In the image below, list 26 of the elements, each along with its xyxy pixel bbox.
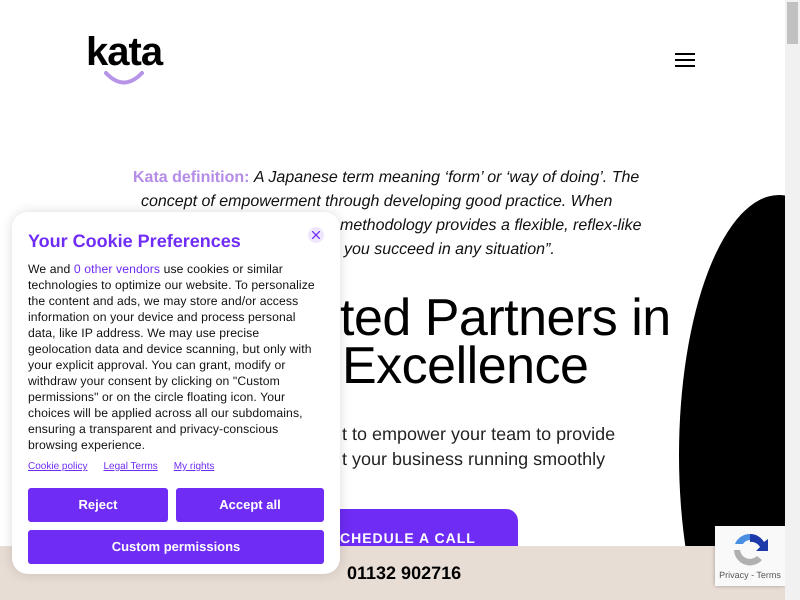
- scrollbar-thumb[interactable]: [787, 2, 798, 44]
- hero-heading: ted Partners in: [340, 294, 672, 342]
- phone-number[interactable]: 01132 902716: [347, 560, 462, 586]
- scrollbar[interactable]: [785, 0, 800, 600]
- definition-text: methodology provides a flexible, reflex-like: [340, 216, 642, 236]
- cookie-description: We and 0 other vendors use cookies or similar technologies to optimize our website. To personalize the content and ads, we may store and/or access information on your device and process personal data, like IP address. We may use precise geolocation data and device scanning, but only with your explicit approval. You can grant, modify or withdraw your consent by clicking on "Custom permissions" or on the circle floating icon. Your choices will be applied across all our subdomains, ensuring a transparent and privacy-conscious browsing experience.: [28, 261, 316, 453]
- smile-icon: [103, 70, 146, 86]
- definition-text: concept of empowerment through developing good practice. When: [141, 192, 614, 212]
- policy-link[interactable]: My rights: [174, 459, 214, 474]
- recaptcha-links[interactable]: Privacy - Terms: [719, 569, 781, 582]
- consent-button[interactable]: Custom permissions: [28, 530, 324, 564]
- close-button[interactable]: [308, 227, 324, 243]
- hero-subtitle: t to empower your team to provide: [342, 423, 616, 446]
- definition-text: Kata definition: A Japanese term meaning ‘form’ or ‘way of doing’. The: [133, 168, 640, 188]
- menu-icon[interactable]: [675, 52, 695, 68]
- definition-text: you succeed in any situation”.: [344, 240, 556, 260]
- vendors-link[interactable]: 0 other vendors: [74, 262, 160, 276]
- policy-link[interactable]: Cookie policy: [28, 459, 88, 474]
- dialog-title: Your Cookie Preferences: [28, 230, 241, 253]
- hero-heading: Excellence: [342, 342, 590, 390]
- logo-text[interactable]: kata: [86, 34, 162, 70]
- policy-link[interactable]: Legal Terms: [103, 459, 158, 474]
- hero-subtitle: t your business running smoothly: [342, 448, 606, 471]
- consent-button[interactable]: Reject: [28, 488, 168, 522]
- consent-button[interactable]: Accept all: [176, 488, 324, 522]
- close-icon: [312, 231, 320, 239]
